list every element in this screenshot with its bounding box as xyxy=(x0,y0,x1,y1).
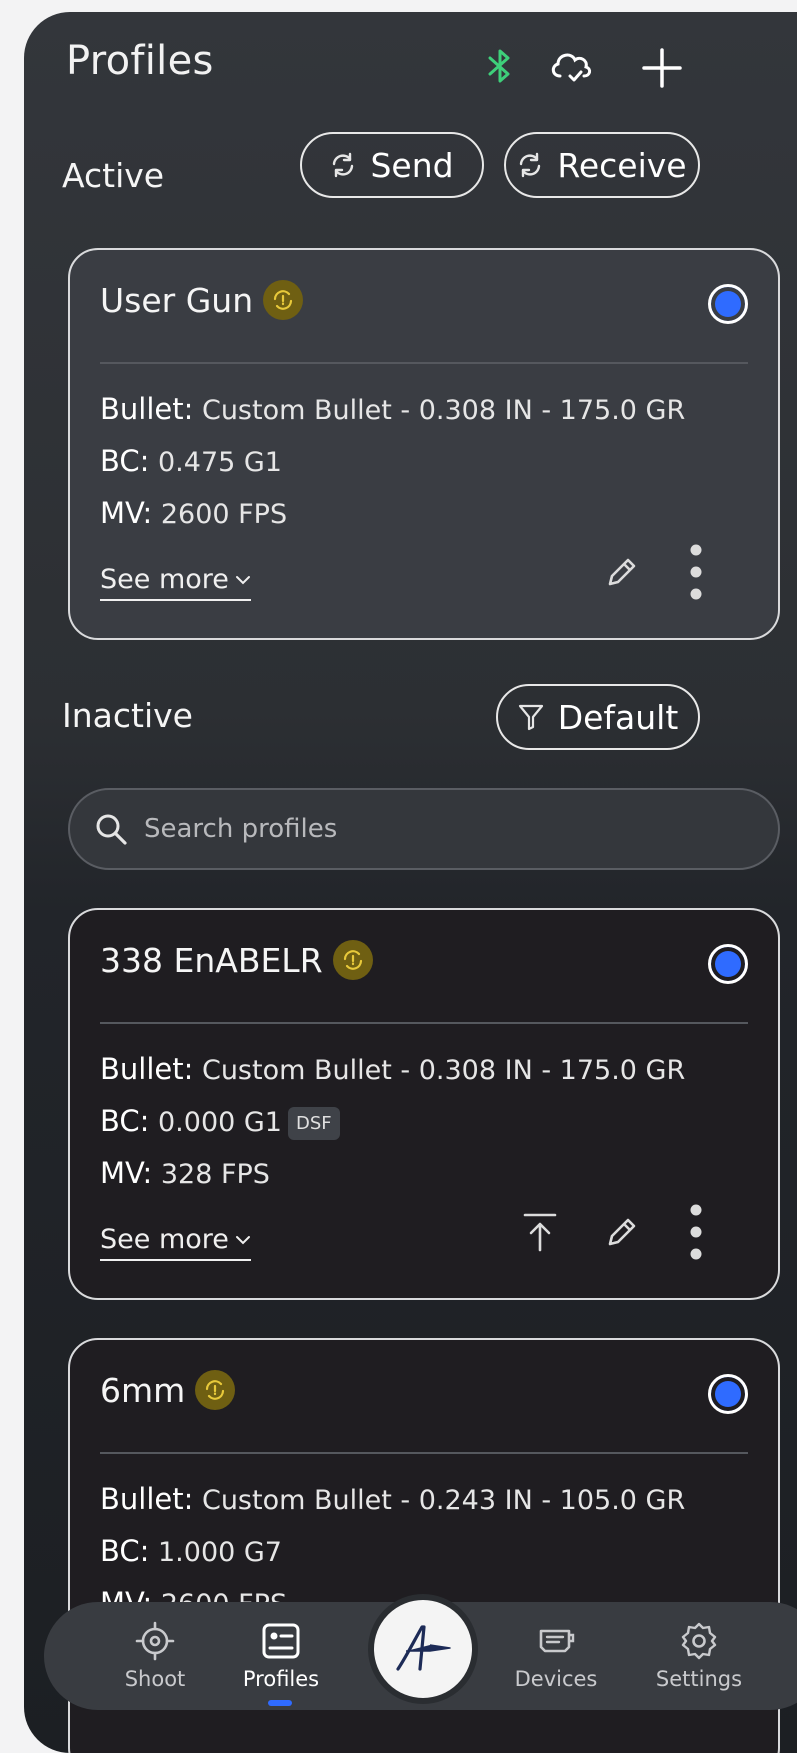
bullet-key: Bullet: xyxy=(100,1482,194,1516)
nav-label: Settings xyxy=(655,1667,743,1691)
profile-card-icon xyxy=(262,1623,300,1659)
page-title: Profiles xyxy=(66,38,214,84)
bc-value: 0.475 G1 xyxy=(158,447,282,478)
mv-value: 2600 FPS xyxy=(160,499,288,530)
divider xyxy=(100,1022,748,1024)
profile-title: 6mm xyxy=(100,1370,236,1410)
active-section-label: Active xyxy=(62,156,165,195)
sync-pending-badge-icon xyxy=(263,280,304,320)
mv-key: MV: xyxy=(100,496,153,530)
profile-name: User Gun xyxy=(100,280,254,320)
pencil-icon xyxy=(608,558,636,586)
bc-value: 0.000 G1 xyxy=(158,1107,282,1138)
active-profile-card[interactable]: User Gun Bullet: Custom Bullet - 0.308 I… xyxy=(68,248,780,640)
bluetooth-icon[interactable] xyxy=(480,46,520,86)
nav-item-settings[interactable]: Settings xyxy=(634,1602,764,1710)
selected-nav-indicator xyxy=(268,1700,292,1706)
bullet-line: Bullet: Custom Bullet - 0.243 IN - 105.0… xyxy=(100,1482,685,1516)
chevron-down-icon xyxy=(235,1235,250,1244)
mv-line: MV: 2600 FPS xyxy=(100,496,287,530)
send-label: Send xyxy=(370,145,454,185)
bc-key: BC: xyxy=(100,1534,150,1568)
edit-button[interactable] xyxy=(600,550,644,594)
bc-key: BC: xyxy=(100,1104,150,1138)
select-radio-button[interactable] xyxy=(708,944,748,984)
bullet-key: Bullet: xyxy=(100,1052,194,1086)
pencil-icon xyxy=(608,1218,636,1246)
brand-logo-icon xyxy=(396,1625,451,1671)
filter-label: Default xyxy=(557,697,679,737)
edit-button[interactable] xyxy=(600,1210,644,1254)
select-radio-button[interactable] xyxy=(708,1374,748,1414)
upload-arrow-icon xyxy=(523,1213,557,1252)
nav-item-devices[interactable]: Devices xyxy=(496,1602,616,1710)
filter-icon xyxy=(518,704,543,731)
send-button[interactable]: Send xyxy=(300,132,484,198)
cloud-sync-icon[interactable] xyxy=(546,46,596,86)
bullet-value: Custom Bullet - 0.243 IN - 105.0 GR xyxy=(201,1485,686,1516)
active-radio-button[interactable] xyxy=(708,284,748,324)
bullet-line: Bullet: Custom Bullet - 0.308 IN - 175.0… xyxy=(100,392,685,426)
bullet-line: Bullet: Custom Bullet - 0.308 IN - 175.0… xyxy=(100,1052,685,1086)
nav-label: Devices xyxy=(514,1667,598,1691)
bc-line: BC: 0.000 G1 DSF xyxy=(100,1104,340,1140)
more-options-button[interactable] xyxy=(674,1200,718,1264)
inactive-section-label: Inactive xyxy=(62,696,193,735)
see-more-link[interactable]: See more xyxy=(100,1224,251,1261)
device-icon xyxy=(539,1629,575,1653)
search-icon xyxy=(96,814,127,845)
search-input[interactable]: Search profiles xyxy=(68,788,780,870)
mv-key: MV: xyxy=(100,1156,153,1190)
profile-title: User Gun xyxy=(100,280,304,320)
kebab-menu-icon xyxy=(690,544,702,600)
bc-value: 1.000 G7 xyxy=(158,1537,282,1568)
chevron-down-icon xyxy=(235,575,250,584)
nav-item-shoot[interactable]: Shoot xyxy=(100,1602,210,1710)
nav-item-profiles[interactable]: Profiles xyxy=(226,1602,336,1710)
nav-label: Shoot xyxy=(124,1667,186,1691)
bullet-key: Bullet: xyxy=(100,392,194,426)
add-profile-button[interactable] xyxy=(640,46,684,90)
center-logo-button[interactable] xyxy=(368,1594,478,1704)
gear-icon xyxy=(681,1622,717,1660)
app-screen: Profiles Active Send Receive User Gun Bu… xyxy=(24,12,797,1753)
divider xyxy=(100,362,748,364)
bullet-value: Custom Bullet - 0.308 IN - 175.0 GR xyxy=(201,1055,686,1086)
profile-title: 338 EnABELR xyxy=(100,940,373,980)
mv-value: 328 FPS xyxy=(160,1159,270,1190)
nav-label: Profiles xyxy=(242,1667,320,1691)
sync-icon xyxy=(520,152,541,178)
activate-button[interactable] xyxy=(518,1210,562,1254)
mv-line: MV: 328 FPS xyxy=(100,1156,270,1190)
bc-line: BC: 0.475 G1 xyxy=(100,444,282,478)
see-more-label: See more xyxy=(100,1224,229,1255)
search-placeholder: Search profiles xyxy=(144,814,338,844)
crosshair-icon xyxy=(135,1621,175,1661)
more-options-button[interactable] xyxy=(674,540,718,604)
kebab-menu-icon xyxy=(690,1204,702,1260)
plus-icon xyxy=(642,48,682,88)
inactive-profile-card[interactable]: 338 EnABELR Bullet: Custom Bullet - 0.30… xyxy=(68,908,780,1300)
bc-key: BC: xyxy=(100,444,150,478)
sync-pending-badge-icon xyxy=(195,1370,236,1410)
sync-pending-badge-icon xyxy=(332,940,373,980)
divider xyxy=(100,1452,748,1454)
see-more-label: See more xyxy=(100,564,229,595)
bc-line: BC: 1.000 G7 xyxy=(100,1534,282,1568)
profile-name: 6mm xyxy=(100,1370,186,1410)
receive-button[interactable]: Receive xyxy=(504,132,700,198)
profile-name: 338 EnABELR xyxy=(100,940,323,980)
sort-filter-button[interactable]: Default xyxy=(496,684,700,750)
dsf-tag: DSF xyxy=(287,1107,340,1140)
bullet-value: Custom Bullet - 0.308 IN - 175.0 GR xyxy=(201,395,686,426)
see-more-link[interactable]: See more xyxy=(100,564,251,601)
sync-icon xyxy=(333,152,354,178)
receive-label: Receive xyxy=(557,145,687,185)
